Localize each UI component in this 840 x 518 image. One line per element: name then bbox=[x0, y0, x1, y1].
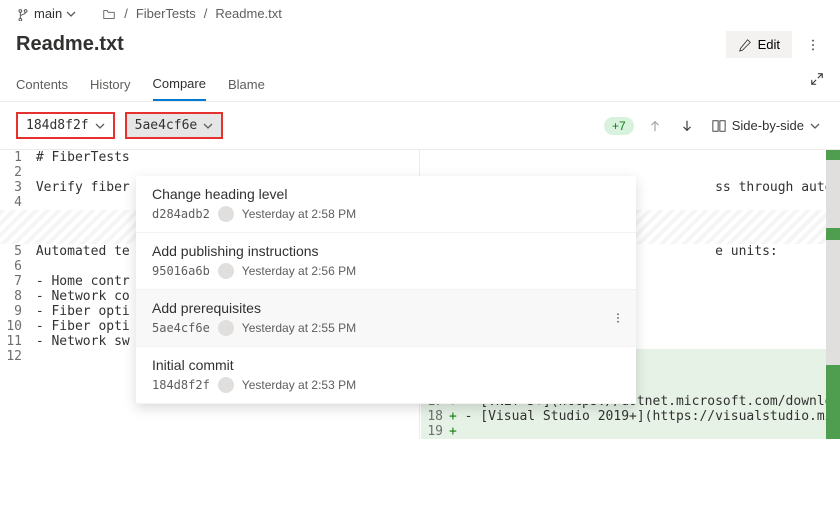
tab-compare[interactable]: Compare bbox=[153, 68, 206, 101]
edit-button[interactable]: Edit bbox=[726, 31, 792, 58]
commit-hash: d284adb2 bbox=[152, 207, 210, 221]
chevron-down-icon bbox=[66, 9, 76, 19]
next-diff-button[interactable] bbox=[676, 115, 698, 137]
commit-dropdown-item[interactable]: Change heading level d284adb2 Yesterday … bbox=[136, 176, 636, 233]
commit-title: Add publishing instructions bbox=[152, 243, 620, 259]
commit-title: Add prerequisites bbox=[152, 300, 620, 316]
commit-hash: 184d8f2f bbox=[152, 378, 210, 392]
avatar-icon bbox=[218, 206, 234, 222]
edit-label: Edit bbox=[758, 37, 780, 52]
expand-icon bbox=[810, 72, 824, 86]
folder-icon bbox=[102, 7, 116, 21]
chevron-down-icon bbox=[203, 121, 213, 131]
fullscreen-button[interactable] bbox=[810, 72, 824, 86]
compare-from-hash: 184d8f2f bbox=[26, 118, 89, 133]
arrow-down-icon bbox=[680, 119, 694, 133]
commit-title: Initial commit bbox=[152, 357, 620, 373]
page-title: Readme.txt bbox=[16, 33, 124, 56]
commit-time: Yesterday at 2:56 PM bbox=[242, 264, 356, 278]
compare-to-selector[interactable]: 5ae4cf6e bbox=[125, 112, 224, 139]
commit-time: Yesterday at 2:58 PM bbox=[242, 207, 356, 221]
arrow-up-icon bbox=[648, 119, 662, 133]
avatar-icon bbox=[218, 320, 234, 336]
branch-selector[interactable]: main bbox=[16, 6, 76, 21]
diff-count-badge[interactable]: +7 bbox=[604, 117, 634, 135]
code-line bbox=[421, 150, 840, 165]
crumb-folder[interactable]: FiberTests bbox=[136, 6, 196, 21]
commit-title: Change heading level bbox=[152, 186, 620, 202]
commit-dropdown: Change heading level d284adb2 Yesterday … bbox=[136, 176, 636, 404]
more-actions-button[interactable] bbox=[802, 34, 824, 56]
view-mode-label: Side-by-side bbox=[732, 118, 804, 133]
tab-blame[interactable]: Blame bbox=[228, 69, 265, 100]
commit-dropdown-item[interactable]: Initial commit 184d8f2f Yesterday at 2:5… bbox=[136, 347, 636, 404]
code-line: 18 - [Visual Studio 2019+](https://visua… bbox=[421, 409, 840, 424]
commit-time: Yesterday at 2:55 PM bbox=[242, 321, 356, 335]
view-mode-selector[interactable]: Side-by-side bbox=[708, 114, 824, 137]
commit-dropdown-item[interactable]: Add publishing instructions 95016a6b Yes… bbox=[136, 233, 636, 290]
kebab-icon bbox=[806, 38, 820, 52]
compare-from-selector[interactable]: 184d8f2f bbox=[16, 112, 115, 139]
side-by-side-icon bbox=[712, 119, 726, 133]
tab-history[interactable]: History bbox=[90, 69, 130, 100]
branch-name: main bbox=[34, 6, 62, 21]
code-line: 19 bbox=[421, 424, 840, 439]
pencil-icon bbox=[738, 38, 752, 52]
commit-hash: 95016a6b bbox=[152, 264, 210, 278]
chevron-down-icon bbox=[810, 121, 820, 131]
commit-item-more[interactable] bbox=[612, 312, 624, 324]
chevron-down-icon bbox=[95, 121, 105, 131]
prev-diff-button[interactable] bbox=[644, 115, 666, 137]
avatar-icon bbox=[218, 263, 234, 279]
crumb-sep: / bbox=[124, 6, 128, 21]
diff-scrollbar[interactable] bbox=[826, 150, 840, 439]
compare-to-hash: 5ae4cf6e bbox=[135, 118, 198, 133]
crumb-file[interactable]: Readme.txt bbox=[215, 6, 281, 21]
commit-dropdown-item[interactable]: Add prerequisites 5ae4cf6e Yesterday at … bbox=[136, 290, 636, 347]
code-line: 1 # FiberTests bbox=[0, 150, 419, 165]
crumb-sep: / bbox=[204, 6, 208, 21]
commit-hash: 5ae4cf6e bbox=[152, 321, 210, 335]
commit-time: Yesterday at 2:53 PM bbox=[242, 378, 356, 392]
avatar-icon bbox=[218, 377, 234, 393]
branch-icon bbox=[16, 7, 30, 21]
tab-contents[interactable]: Contents bbox=[16, 69, 68, 100]
